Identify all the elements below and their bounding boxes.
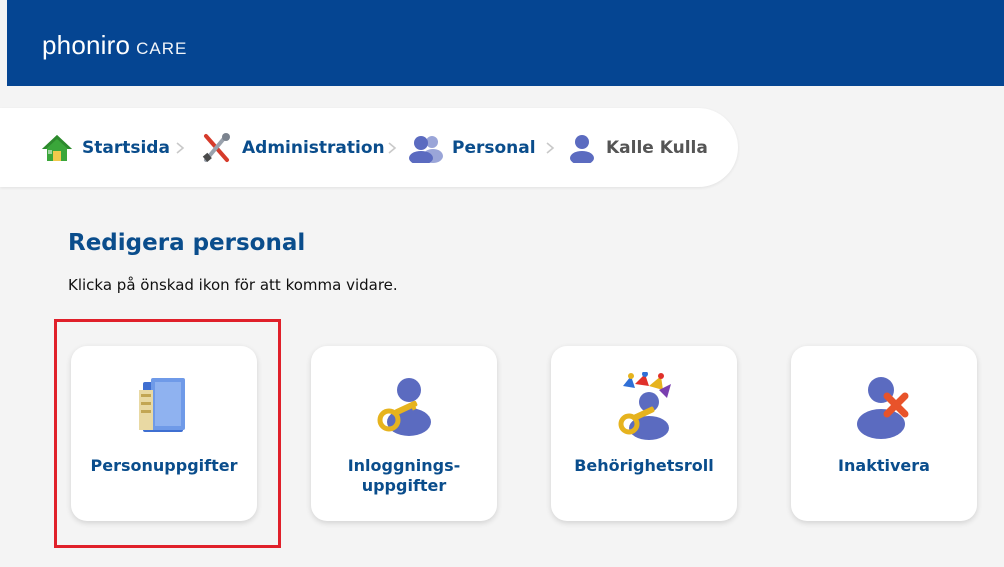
card-label: Inloggnings- uppgifter <box>311 456 497 496</box>
card-label: Inaktivera <box>791 456 977 476</box>
home-icon <box>40 133 74 163</box>
user-key-icon <box>369 372 439 442</box>
card-inaktivera[interactable]: Inaktivera <box>791 346 977 521</box>
user-icon <box>568 133 596 165</box>
card-label: Behörighetsroll <box>551 456 737 476</box>
breadcrumb: Startsida Administration Personal Kalle … <box>0 108 738 187</box>
card-inloggningsuppgifter[interactable]: Inloggnings- uppgifter <box>311 346 497 521</box>
logo-sub-text: CARE <box>136 39 188 58</box>
card-personuppgifter[interactable]: Personuppgifter <box>71 346 257 521</box>
chevron-right-icon <box>544 132 556 164</box>
chevron-right-icon <box>174 132 186 164</box>
folder-icon <box>129 372 199 442</box>
card-label-line1: Inaktivera <box>838 456 930 475</box>
card-behorighetsroll[interactable]: Behörighetsroll <box>551 346 737 521</box>
users-icon <box>408 133 444 165</box>
card-label: Personuppgifter <box>71 456 257 476</box>
page-title: Redigera personal <box>68 230 306 256</box>
card-label-line1: Behörighetsroll <box>574 456 714 475</box>
breadcrumb-label: Kalle Kulla <box>606 138 708 158</box>
breadcrumb-item-personal[interactable]: Personal <box>408 132 536 165</box>
breadcrumb-label: Administration <box>242 138 385 158</box>
card-label-line1: Personuppgifter <box>90 456 238 475</box>
breadcrumb-item-current-user[interactable]: Kalle Kulla <box>568 132 708 165</box>
breadcrumb-label: Personal <box>452 138 536 158</box>
page: phoniro CARE Startsida Administration Pe… <box>0 0 1004 567</box>
card-label-line1: Inloggnings- <box>347 456 461 475</box>
tools-icon <box>200 132 232 164</box>
logo[interactable]: phoniro CARE <box>42 30 187 61</box>
user-remove-icon <box>849 372 919 442</box>
breadcrumb-item-administration[interactable]: Administration <box>200 132 385 164</box>
chevron-right-icon <box>386 132 398 164</box>
card-label-line2: uppgifter <box>361 476 447 495</box>
breadcrumb-label: Startsida <box>82 138 170 158</box>
role-key-icon <box>609 371 679 442</box>
page-instructions: Klicka på önskad ikon för att komma vida… <box>68 276 398 294</box>
logo-main-text: phoniro <box>42 30 131 60</box>
breadcrumb-item-startsida[interactable]: Startsida <box>40 132 170 164</box>
top-bar: phoniro CARE <box>7 0 1004 86</box>
